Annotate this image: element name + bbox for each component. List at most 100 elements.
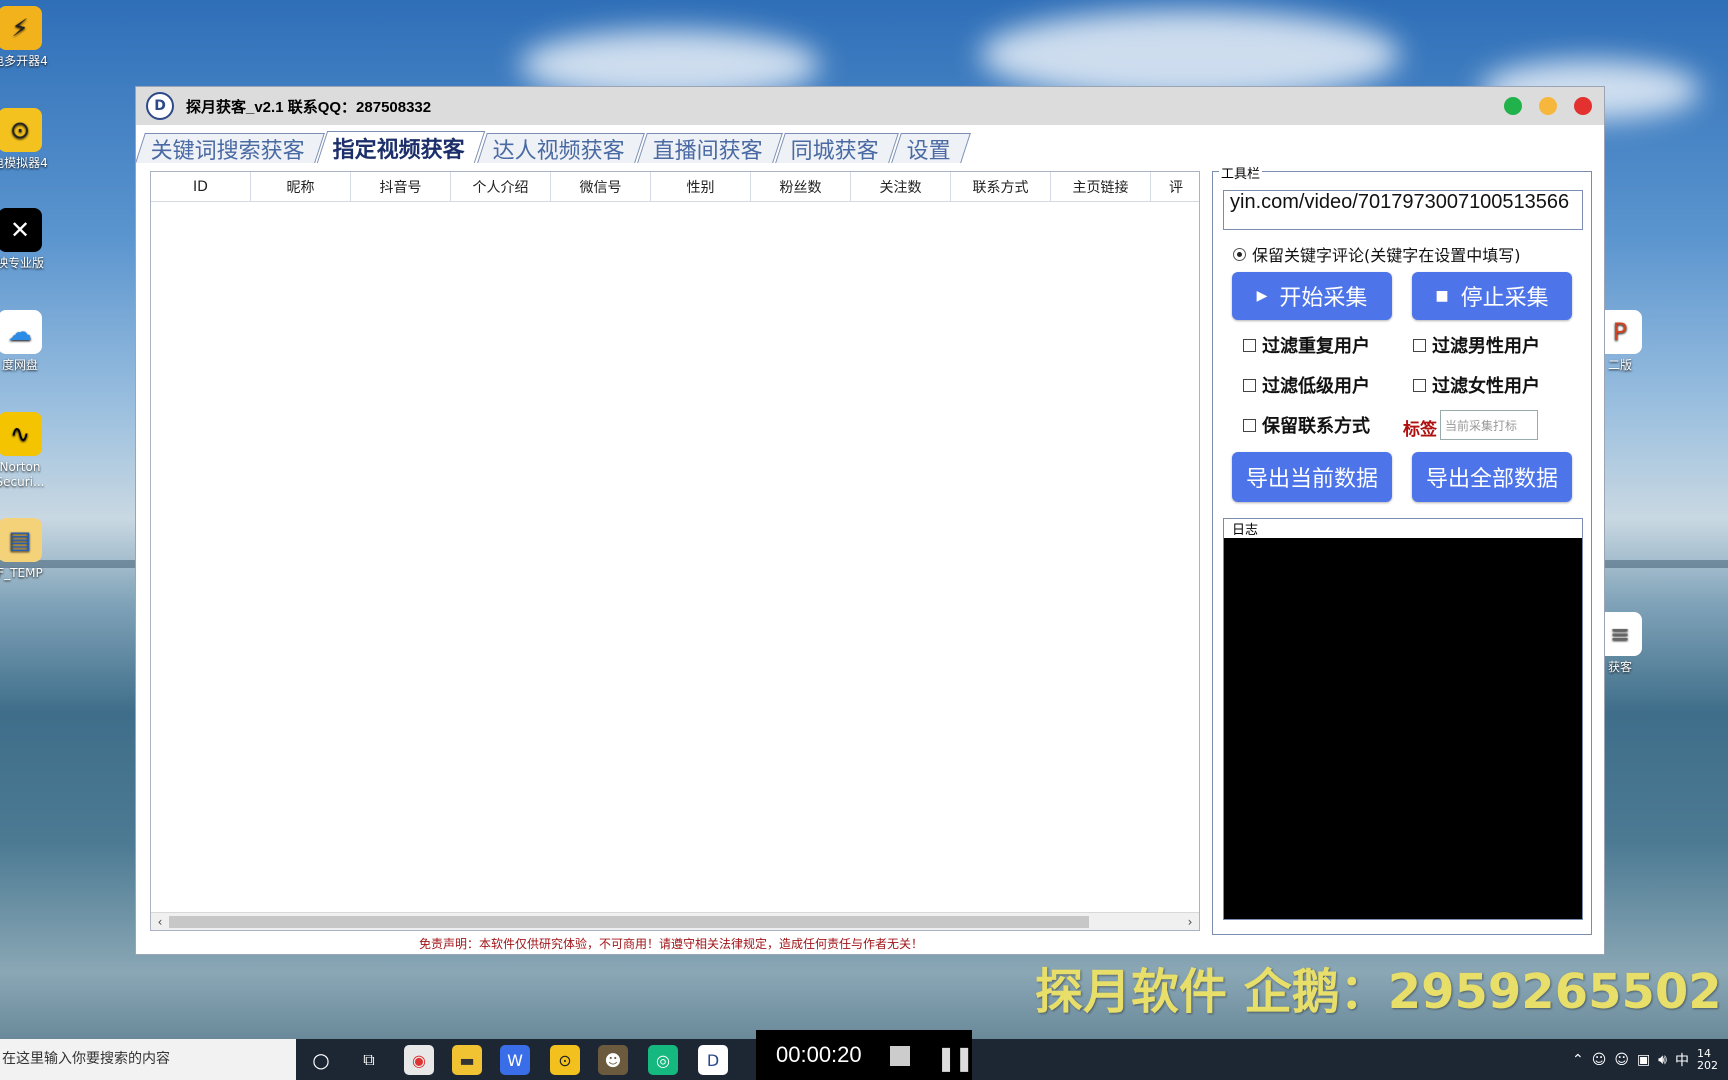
- results-table[interactable]: ID 昵称 抖音号 个人介绍 微信号 性别 粉丝数 关注数 联系方式 主页链接 …: [150, 171, 1200, 931]
- network-icon[interactable]: ▣: [1637, 1052, 1650, 1068]
- tab-live-room[interactable]: 直播间获客: [637, 133, 783, 164]
- tab-bar: 关键词搜索获客 指定视频获客 达人视频获客 直播间获客 同城获客 设置: [135, 131, 971, 164]
- toolbox-panel: 工具栏 yin.com/video/7017973007100513566 保留…: [1212, 163, 1592, 935]
- desktop-icon-label: 电模拟器4: [0, 156, 48, 170]
- stop-collect-button[interactable]: ■ 停止采集: [1412, 272, 1572, 320]
- scroll-right-icon[interactable]: ›: [1181, 913, 1199, 931]
- column-header-douyin-id[interactable]: 抖音号: [351, 172, 451, 201]
- taskbar-search-input[interactable]: 在这里输入你要搜索的内容: [0, 1039, 296, 1080]
- desktop-icon-capcut[interactable]: ✕ 映专业版: [0, 208, 60, 271]
- pause-recording-button[interactable]: ❚❚: [936, 1044, 974, 1072]
- task-view-icon[interactable]: ⧉: [354, 1045, 384, 1075]
- tab-label: 关键词搜索获客: [150, 138, 305, 164]
- desktop-icon-norton[interactable]: ∿ Norton Securi...: [0, 412, 60, 490]
- tab-same-city[interactable]: 同城获客: [775, 133, 899, 164]
- maximize-button[interactable]: [1504, 97, 1522, 115]
- play-icon: ▶: [1256, 288, 1268, 304]
- button-label: 导出全部数据: [1425, 467, 1558, 492]
- desktop-icon-multi-opener[interactable]: ⚡ 电多开器4: [0, 6, 60, 69]
- title-bar[interactable]: D 探月获客_v2.1 联系QQ：287508332: [136, 87, 1604, 125]
- game-app-icon[interactable]: ☻: [598, 1045, 628, 1075]
- tab-label: 设置: [906, 138, 951, 164]
- recording-toolbar: 00:00:20 ❚❚: [756, 1030, 974, 1080]
- desktop-icon-baidu-netdisk[interactable]: ☁ 度网盘: [0, 310, 60, 373]
- window-title: 探月获客_v2.1 联系QQ：287508332: [186, 98, 432, 116]
- checkbox-box: [1413, 378, 1426, 392]
- column-header-comment[interactable]: 评: [1151, 172, 1201, 201]
- desktop-icon-label: 映专业版: [0, 256, 44, 270]
- tag-input[interactable]: 当前采集打标: [1440, 410, 1538, 440]
- checkbox-label: 过滤重复用户: [1262, 336, 1370, 357]
- start-collect-button[interactable]: ▶ 开始采集: [1232, 272, 1392, 320]
- tab-specified-video[interactable]: 指定视频获客: [316, 131, 486, 163]
- log-panel: 日志: [1223, 518, 1583, 920]
- volume-icon[interactable]: 🔊︎: [1658, 1052, 1667, 1068]
- horizontal-scrollbar[interactable]: ‹ ›: [151, 912, 1199, 930]
- checkbox-box: [1243, 378, 1256, 392]
- emulator-taskbar-icon[interactable]: ⊙: [550, 1045, 580, 1075]
- minimize-button[interactable]: [1539, 97, 1557, 115]
- export-all-button[interactable]: 导出全部数据: [1412, 452, 1572, 502]
- radio-label: 保留关键字评论(关键字在设置中填写): [1252, 246, 1521, 265]
- filter-male-checkbox[interactable]: 过滤男性用户: [1413, 332, 1540, 358]
- column-header-wechat[interactable]: 微信号: [551, 172, 651, 201]
- desktop-icon-emulator[interactable]: ⊙ 电模拟器4: [0, 108, 60, 171]
- log-output[interactable]: [1224, 538, 1582, 919]
- keep-contact-checkbox[interactable]: 保留联系方式: [1243, 412, 1370, 438]
- column-header-id[interactable]: ID: [151, 172, 251, 201]
- qq-icon[interactable]: ☺: [1614, 1052, 1629, 1068]
- close-button[interactable]: [1574, 97, 1592, 115]
- screen-recorder-icon[interactable]: ◎: [648, 1045, 678, 1075]
- filter-duplicate-checkbox[interactable]: 过滤重复用户: [1243, 332, 1370, 358]
- filter-female-checkbox[interactable]: 过滤女性用户: [1413, 372, 1540, 398]
- clock[interactable]: 14 202: [1697, 1047, 1718, 1072]
- scrollbar-thumb[interactable]: [169, 916, 1089, 928]
- column-header-bio[interactable]: 个人介绍: [451, 172, 551, 201]
- chrome-icon[interactable]: ◉: [404, 1045, 434, 1075]
- desktop-icon-temp-folder[interactable]: ▤ F_TEMP: [0, 518, 60, 581]
- scroll-left-icon[interactable]: ‹: [151, 913, 169, 931]
- tab-settings[interactable]: 设置: [891, 133, 971, 164]
- ime-indicator[interactable]: 中: [1675, 1050, 1689, 1070]
- checkbox-label: 过滤低级用户: [1262, 376, 1370, 397]
- button-label: 开始采集: [1279, 286, 1368, 311]
- cortana-icon[interactable]: ○: [306, 1045, 336, 1075]
- stop-icon: ■: [1435, 288, 1449, 304]
- emulator-icon: ⊙: [0, 108, 42, 152]
- file-explorer-icon[interactable]: ▬: [452, 1045, 482, 1075]
- column-header-contact[interactable]: 联系方式: [951, 172, 1051, 201]
- toolbox-label: 工具栏: [1219, 163, 1263, 182]
- column-header-nickname[interactable]: 昵称: [251, 172, 351, 201]
- watermark-text: 探月软件 企鹅：2959265502: [1035, 964, 1722, 1020]
- wps-icon[interactable]: W: [500, 1045, 530, 1075]
- multi-opener-icon: ⚡: [0, 6, 42, 50]
- column-header-homepage[interactable]: 主页链接: [1051, 172, 1151, 201]
- column-header-following[interactable]: 关注数: [851, 172, 951, 201]
- stop-recording-button[interactable]: [890, 1046, 910, 1066]
- tab-influencer-video[interactable]: 达人视频获客: [477, 133, 645, 164]
- qq-icon[interactable]: ☺: [1592, 1052, 1607, 1068]
- keep-keyword-comments-radio[interactable]: 保留关键字评论(关键字在设置中填写): [1233, 242, 1521, 266]
- export-current-button[interactable]: 导出当前数据: [1232, 452, 1392, 502]
- tanyue-app-icon[interactable]: D: [698, 1045, 728, 1075]
- tab-keyword-search[interactable]: 关键词搜索获客: [135, 133, 325, 164]
- baidu-netdisk-icon: ☁: [0, 310, 42, 354]
- table-header: ID 昵称 抖音号 个人介绍 微信号 性别 粉丝数 关注数 联系方式 主页链接 …: [151, 172, 1199, 202]
- button-label: 导出当前数据: [1245, 467, 1378, 492]
- video-url-input[interactable]: yin.com/video/7017973007100513566: [1223, 190, 1583, 230]
- tag-label: 标签: [1403, 420, 1437, 440]
- app-logo-icon: D: [146, 92, 174, 120]
- checkbox-label: 保留联系方式: [1262, 416, 1370, 437]
- column-header-gender[interactable]: 性别: [651, 172, 751, 201]
- tray-chevron-icon[interactable]: ⌃: [1572, 1052, 1584, 1068]
- column-header-followers[interactable]: 粉丝数: [751, 172, 851, 201]
- window-controls: [1504, 97, 1592, 115]
- capcut-icon: ✕: [0, 208, 42, 252]
- system-tray: ⌃ ☺ ☺ ▣ 🔊︎ 中 14 202: [1572, 1039, 1718, 1080]
- checkbox-box: [1243, 338, 1256, 352]
- tab-label: 同城获客: [790, 138, 879, 164]
- filter-low-level-checkbox[interactable]: 过滤低级用户: [1243, 372, 1370, 398]
- checkbox-box: [1243, 418, 1256, 432]
- tab-label: 指定视频获客: [332, 136, 465, 163]
- desktop-icon-label: F_TEMP: [0, 566, 43, 580]
